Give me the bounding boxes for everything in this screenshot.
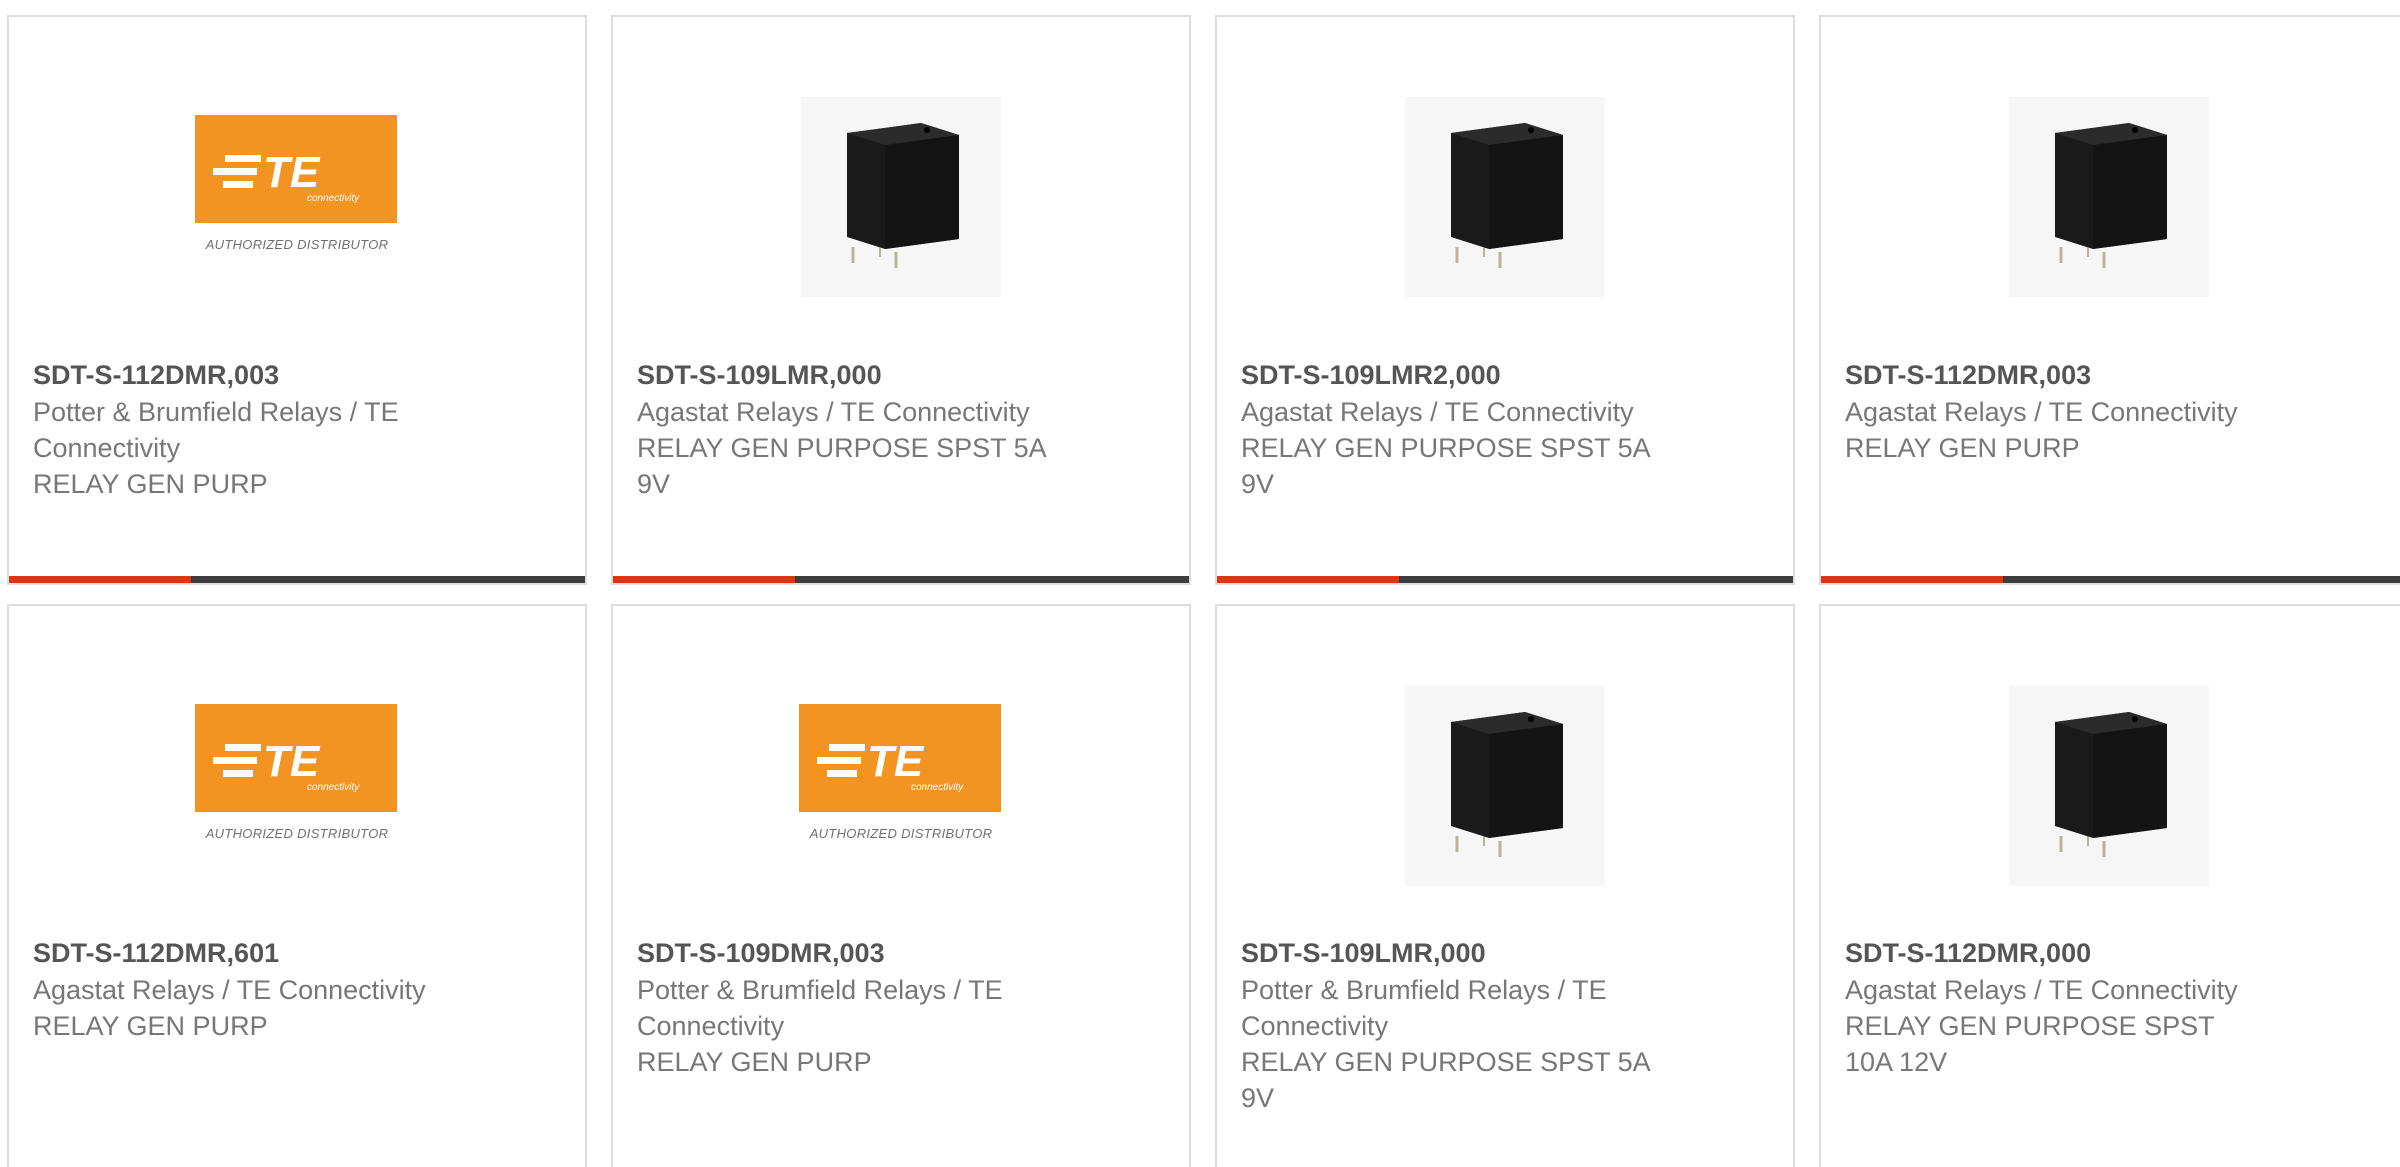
product-image-area[interactable] <box>1821 97 2397 297</box>
manufacturer-line: Agastat Relays / TE Connectivity <box>1845 975 2238 1005</box>
product-card[interactable]: TE connectivity AUTHORIZED DISTRIBUTOR S… <box>611 604 1191 1167</box>
part-number[interactable]: SDT-S-109LMR2,000 <box>1241 357 1671 393</box>
part-number[interactable]: SDT-S-112DMR,003 <box>1845 357 2275 393</box>
svg-text:TE: TE <box>263 148 321 197</box>
card-accent-bar <box>1821 576 2003 583</box>
svg-text:TE: TE <box>263 737 321 786</box>
product-image-area[interactable] <box>1217 686 1793 886</box>
relay-image <box>1405 97 1605 297</box>
svg-text:connectivity: connectivity <box>911 782 964 793</box>
manufacturer-line: Connectivity <box>1241 1011 1389 1041</box>
product-card[interactable]: SDT-S-112DMR,003 Agastat Relays / TE Con… <box>1819 15 2400 585</box>
relay-image <box>2009 686 2209 886</box>
logo-tagline: AUTHORIZED DISTRIBUTOR <box>809 826 993 841</box>
product-grid: TE connectivity AUTHORIZED DISTRIBUTOR S… <box>0 0 2400 1167</box>
card-bottom-bar <box>1217 576 1793 583</box>
svg-text:connectivity: connectivity <box>307 193 360 204</box>
product-image-area[interactable] <box>1821 686 2397 886</box>
product-card[interactable]: SDT-S-109LMR,000 Potter & Brumfield Rela… <box>1215 604 1795 1167</box>
product-image-area[interactable]: TE connectivity AUTHORIZED DISTRIBUTOR <box>9 97 585 297</box>
te-connectivity-logo: TE connectivity AUTHORIZED DISTRIBUTOR <box>195 704 399 854</box>
relay-image <box>2009 97 2209 297</box>
card-accent-bar <box>1217 576 1399 583</box>
product-image-area[interactable] <box>613 97 1189 297</box>
description-line: RELAY GEN PURPOSE SPST 5A <box>1241 1047 1651 1077</box>
te-connectivity-logo: TE connectivity AUTHORIZED DISTRIBUTOR <box>195 115 399 265</box>
svg-text:TE: TE <box>867 737 925 786</box>
product-card[interactable]: SDT-S-109LMR2,000 Agastat Relays / TE Co… <box>1215 15 1795 585</box>
product-image-area[interactable]: TE connectivity AUTHORIZED DISTRIBUTOR <box>9 686 585 886</box>
part-number[interactable]: SDT-S-109DMR,003 <box>637 935 1067 971</box>
manufacturer-line: Connectivity <box>33 433 181 463</box>
svg-text:connectivity: connectivity <box>307 782 360 793</box>
manufacturer-line: Potter & Brumfield Relays / TE <box>637 975 1003 1005</box>
product-image-area[interactable] <box>1217 97 1793 297</box>
description-line: 10A 12V <box>1845 1047 1948 1077</box>
card-bottom-bar <box>1821 576 2400 583</box>
logo-tagline: AUTHORIZED DISTRIBUTOR <box>205 237 389 252</box>
description-line: RELAY GEN PURPOSE SPST <box>1845 1011 2215 1041</box>
description-line: RELAY GEN PURP <box>33 469 268 499</box>
relay-image <box>1405 686 1605 886</box>
description-line: RELAY GEN PURP <box>33 1011 268 1041</box>
logo-tagline: AUTHORIZED DISTRIBUTOR <box>205 826 389 841</box>
manufacturer-line: Agastat Relays / TE Connectivity <box>637 397 1030 427</box>
relay-image <box>801 97 1001 297</box>
product-card[interactable]: SDT-S-109LMR,000 Agastat Relays / TE Con… <box>611 15 1191 585</box>
manufacturer-line: Potter & Brumfield Relays / TE <box>33 397 399 427</box>
description-line: RELAY GEN PURPOSE SPST 5A <box>637 433 1047 463</box>
description-line: RELAY GEN PURP <box>637 1047 872 1077</box>
product-image-area[interactable]: TE connectivity AUTHORIZED DISTRIBUTOR <box>613 686 1189 886</box>
product-card[interactable]: TE connectivity AUTHORIZED DISTRIBUTOR S… <box>7 604 587 1167</box>
manufacturer-line: Connectivity <box>637 1011 785 1041</box>
description-line: 9V <box>1241 469 1275 499</box>
part-number[interactable]: SDT-S-112DMR,000 <box>1845 935 2275 971</box>
manufacturer-line: Agastat Relays / TE Connectivity <box>1845 397 2238 427</box>
card-accent-bar <box>9 576 191 583</box>
part-number[interactable]: SDT-S-109LMR,000 <box>637 357 1067 393</box>
product-card[interactable]: TE connectivity AUTHORIZED DISTRIBUTOR S… <box>7 15 587 585</box>
card-bottom-bar <box>613 576 1189 583</box>
part-number[interactable]: SDT-S-112DMR,601 <box>33 935 463 971</box>
manufacturer-line: Agastat Relays / TE Connectivity <box>33 975 426 1005</box>
card-accent-bar <box>613 576 795 583</box>
te-connectivity-logo: TE connectivity AUTHORIZED DISTRIBUTOR <box>799 704 1003 854</box>
description-line: 9V <box>637 469 671 499</box>
product-card[interactable]: SDT-S-112DMR,000 Agastat Relays / TE Con… <box>1819 604 2400 1167</box>
description-line: RELAY GEN PURPOSE SPST 5A <box>1241 433 1651 463</box>
manufacturer-line: Agastat Relays / TE Connectivity <box>1241 397 1634 427</box>
manufacturer-line: Potter & Brumfield Relays / TE <box>1241 975 1607 1005</box>
part-number[interactable]: SDT-S-109LMR,000 <box>1241 935 1671 971</box>
card-bottom-bar <box>9 576 585 583</box>
description-line: 9V <box>1241 1083 1275 1113</box>
part-number[interactable]: SDT-S-112DMR,003 <box>33 357 463 393</box>
description-line: RELAY GEN PURP <box>1845 433 2080 463</box>
